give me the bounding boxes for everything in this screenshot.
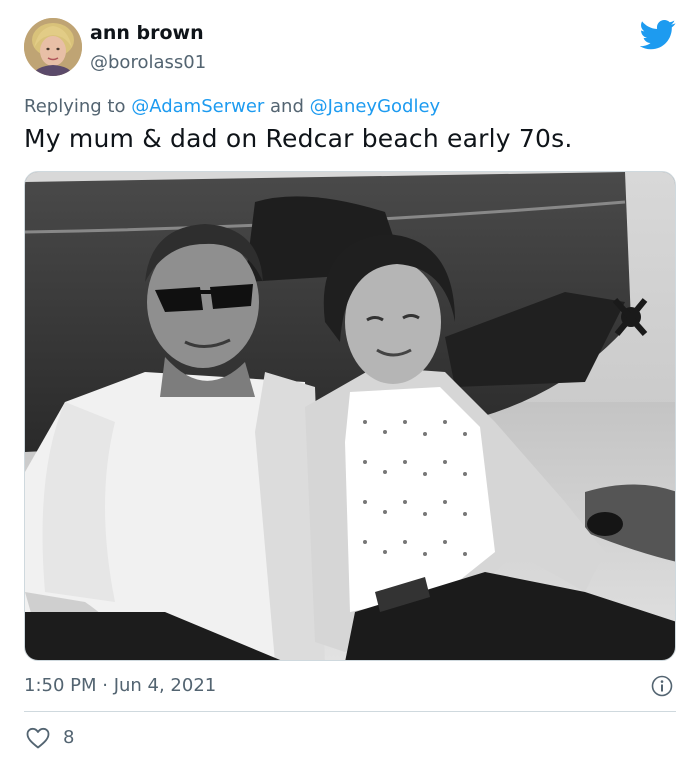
- info-icon[interactable]: [651, 675, 673, 697]
- avatar[interactable]: [24, 18, 82, 76]
- like-count: 8: [63, 727, 75, 748]
- tweet-timestamp[interactable]: 1:50 PM · Jun 4, 2021: [24, 675, 216, 696]
- mention-adamserwer[interactable]: @AdamSerwer: [131, 96, 264, 117]
- tweet-card: ann brown @borolass01 Replying to @AdamS…: [0, 0, 700, 765]
- twitter-bird-icon[interactable]: [639, 16, 676, 52]
- reply-joiner: and: [264, 96, 310, 117]
- author-handle[interactable]: @borolass01: [90, 52, 206, 73]
- divider: [24, 711, 676, 712]
- reply-context: Replying to @AdamSerwer and @JaneyGodley: [24, 96, 440, 117]
- tweet-photo[interactable]: [24, 171, 676, 661]
- heart-icon[interactable]: [26, 727, 50, 749]
- author-display-name[interactable]: ann brown: [90, 22, 204, 44]
- reply-prefix: Replying to: [24, 96, 132, 117]
- tweet-text: My mum & dad on Redcar beach early 70s.: [24, 124, 573, 153]
- mention-janeygodley[interactable]: @JaneyGodley: [310, 96, 441, 117]
